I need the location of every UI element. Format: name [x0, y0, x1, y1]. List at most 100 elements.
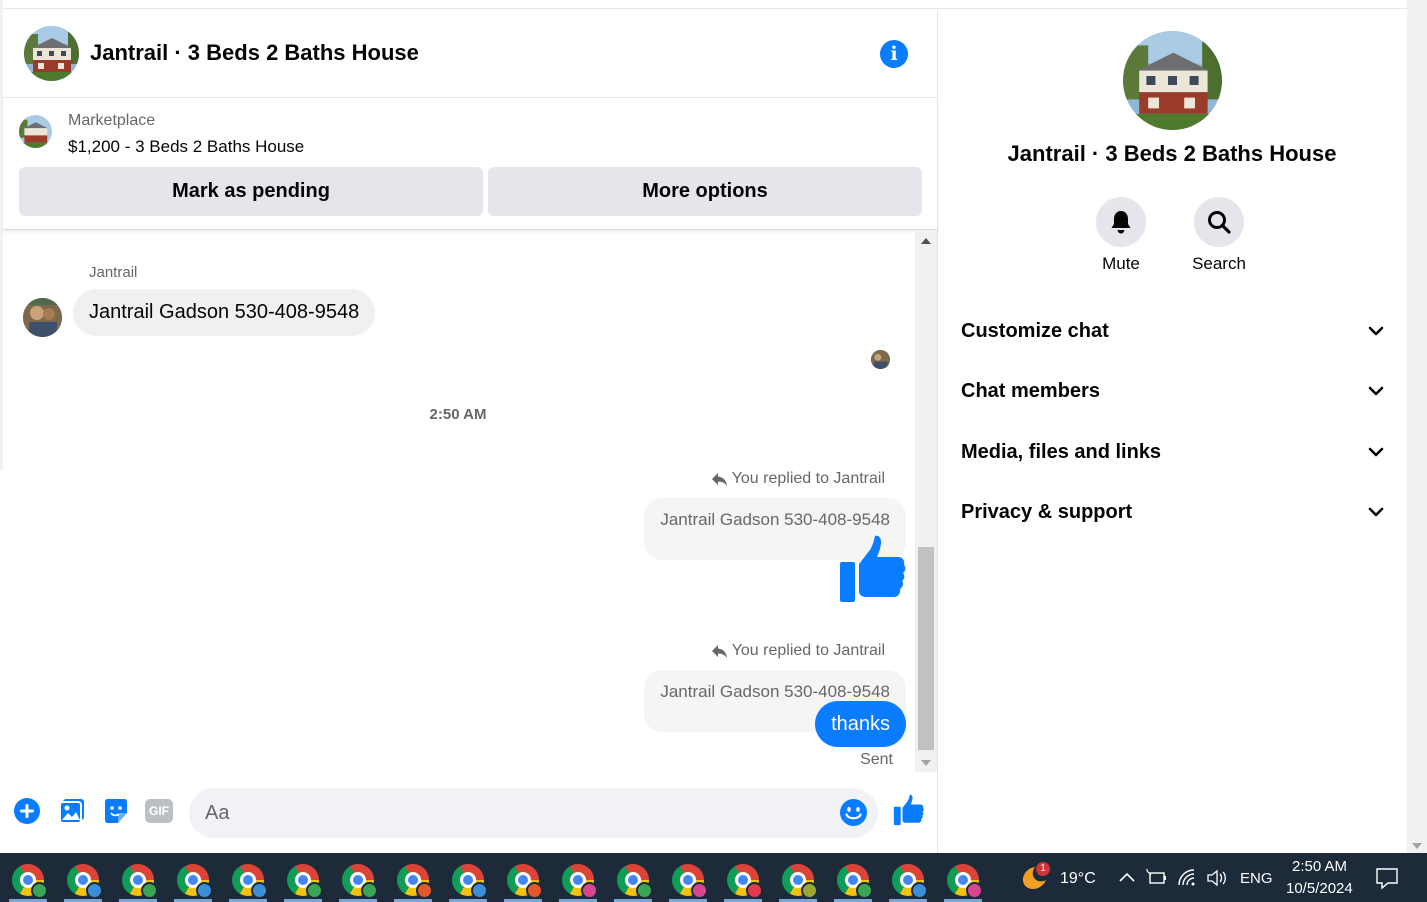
taskbar-chrome-button[interactable] [500, 857, 546, 902]
message-status: Sent [860, 751, 893, 768]
taskbar-chrome-button[interactable] [885, 857, 931, 902]
search-icon-circle [1194, 197, 1244, 247]
chevron-down-icon [1368, 507, 1384, 517]
weather-notification-badge: 1 [1036, 862, 1050, 876]
mute-icon-circle [1096, 197, 1146, 247]
windows-taskbar: 1 19°C ENG 2:50 AM 10/5/2024 [0, 853, 1427, 902]
chrome-icon [672, 863, 708, 899]
page-scrollbar[interactable] [1407, 0, 1427, 853]
message-input-wrapper [189, 788, 878, 838]
info-title: Jantrail · 3 Beds 2 Baths House [1007, 141, 1337, 166]
profile-badge-icon [856, 881, 873, 899]
taskbar-chrome-button[interactable] [775, 857, 821, 902]
profile-badge-icon [141, 881, 158, 899]
message-input[interactable] [205, 788, 825, 838]
scroll-down-arrow-icon[interactable] [921, 760, 931, 766]
profile-badge-icon [251, 881, 268, 899]
taskbar-chrome-button[interactable] [720, 857, 766, 902]
info-avatar[interactable] [1123, 31, 1222, 130]
profile-badge-icon [31, 881, 48, 899]
message-list[interactable]: Jantrail Jantrail Gadson 530-408-9548 2:… [3, 232, 913, 772]
conversation-title: Jantrail · 3 Beds 2 Baths House [90, 40, 419, 65]
taskbar-chrome-button[interactable] [665, 857, 711, 902]
taskbar-chrome-button[interactable] [940, 857, 986, 902]
section-customize-chat[interactable]: Customize chat [961, 316, 1385, 346]
marketplace-listing-bar: Marketplace $1,200 - 3 Beds 2 Baths Hous… [3, 98, 938, 230]
wifi-icon[interactable] [1177, 868, 1199, 888]
taskbar-chrome-button[interactable] [610, 857, 656, 902]
sticker-icon[interactable] [102, 797, 130, 825]
profile-badge-icon [636, 881, 653, 899]
mute-label: Mute [1102, 254, 1140, 273]
message-timestamp: 2:50 AM [429, 406, 487, 423]
conversation-avatar[interactable] [24, 26, 79, 81]
taskbar-chrome-button[interactable] [280, 857, 326, 902]
speaker-icon[interactable] [1206, 868, 1228, 888]
reply-indicator: You replied to Jantrail [711, 642, 885, 660]
chrome-icon [837, 863, 873, 899]
chrome-icon [452, 863, 488, 899]
outgoing-message[interactable]: thanks [815, 701, 906, 747]
plus-icon[interactable] [13, 797, 41, 825]
taskbar-chrome-button[interactable] [170, 857, 216, 902]
battery-icon[interactable] [1146, 868, 1168, 888]
clock-time[interactable]: 2:50 AM [1292, 858, 1347, 875]
chrome-icon [562, 863, 598, 899]
mute-button[interactable]: Mute [1081, 197, 1161, 274]
send-like-icon[interactable] [892, 794, 924, 826]
search-label: Search [1192, 254, 1246, 273]
section-label: Media, files and links [961, 440, 1162, 463]
chrome-icon [67, 863, 103, 899]
thumbs-up-icon[interactable] [836, 534, 906, 604]
listing-title[interactable]: $1,200 - 3 Beds 2 Baths House [68, 137, 304, 157]
chrome-icon [12, 863, 48, 899]
taskbar-chrome-button[interactable] [445, 857, 491, 902]
chrome-icon [287, 863, 323, 899]
notifications-icon[interactable] [1375, 866, 1399, 890]
chat-header: Jantrail · 3 Beds 2 Baths House i [3, 10, 938, 98]
taskbar-chrome-button[interactable] [555, 857, 601, 902]
scroll-up-arrow-icon[interactable] [921, 238, 931, 244]
chrome-icon [727, 863, 763, 899]
search-icon [1208, 211, 1231, 234]
taskbar-chrome-button[interactable] [335, 857, 381, 902]
taskbar-chrome-button[interactable] [830, 857, 876, 902]
taskbar-chrome-button[interactable] [225, 857, 271, 902]
taskbar-chrome-button[interactable] [5, 857, 51, 902]
profile-badge-icon [86, 881, 103, 899]
section-chat-members[interactable]: Chat members [961, 376, 1385, 406]
profile-badge-icon [911, 881, 928, 899]
reply-arrow-icon [711, 472, 727, 486]
listing-thumbnail[interactable] [19, 115, 52, 148]
section-label: Customize chat [961, 319, 1109, 342]
emoji-icon[interactable] [839, 798, 868, 827]
mark-as-pending-button[interactable]: Mark as pending [19, 167, 483, 216]
section-media-files-links[interactable]: Media, files and links [961, 437, 1385, 467]
info-icon[interactable]: i [880, 40, 908, 68]
input-language[interactable]: ENG [1240, 870, 1273, 887]
taskbar-chrome-button[interactable] [115, 857, 161, 902]
scrollbar-thumb[interactable] [918, 547, 934, 750]
page-scroll-down-icon[interactable] [1412, 843, 1422, 849]
temperature[interactable]: 19°C [1060, 870, 1096, 888]
taskbar-chrome-button[interactable] [390, 857, 436, 902]
profile-badge-icon [196, 881, 213, 899]
gif-icon[interactable]: GIF [145, 799, 173, 823]
reply-indicator-label: You replied to Jantrail [731, 470, 885, 487]
chrome-icon [342, 863, 378, 899]
chrome-icon [177, 863, 213, 899]
incoming-message[interactable]: Jantrail Gadson 530-408-9548 [73, 289, 376, 336]
taskbar-chrome-button[interactable] [60, 857, 106, 902]
photo-icon[interactable] [58, 797, 86, 825]
message-scrollbar[interactable] [915, 232, 937, 772]
search-button[interactable]: Search [1179, 197, 1259, 274]
more-options-button[interactable]: More options [488, 167, 922, 216]
sender-avatar[interactable] [23, 298, 62, 337]
section-privacy-support[interactable]: Privacy & support [961, 497, 1385, 527]
clock-date[interactable]: 10/5/2024 [1286, 880, 1353, 897]
section-label: Privacy & support [961, 500, 1133, 523]
browser-top-edge [0, 0, 1408, 9]
reply-indicator: You replied to Jantrail [711, 470, 885, 488]
chevron-up-icon[interactable] [1116, 868, 1138, 888]
profile-badge-icon [361, 881, 378, 899]
